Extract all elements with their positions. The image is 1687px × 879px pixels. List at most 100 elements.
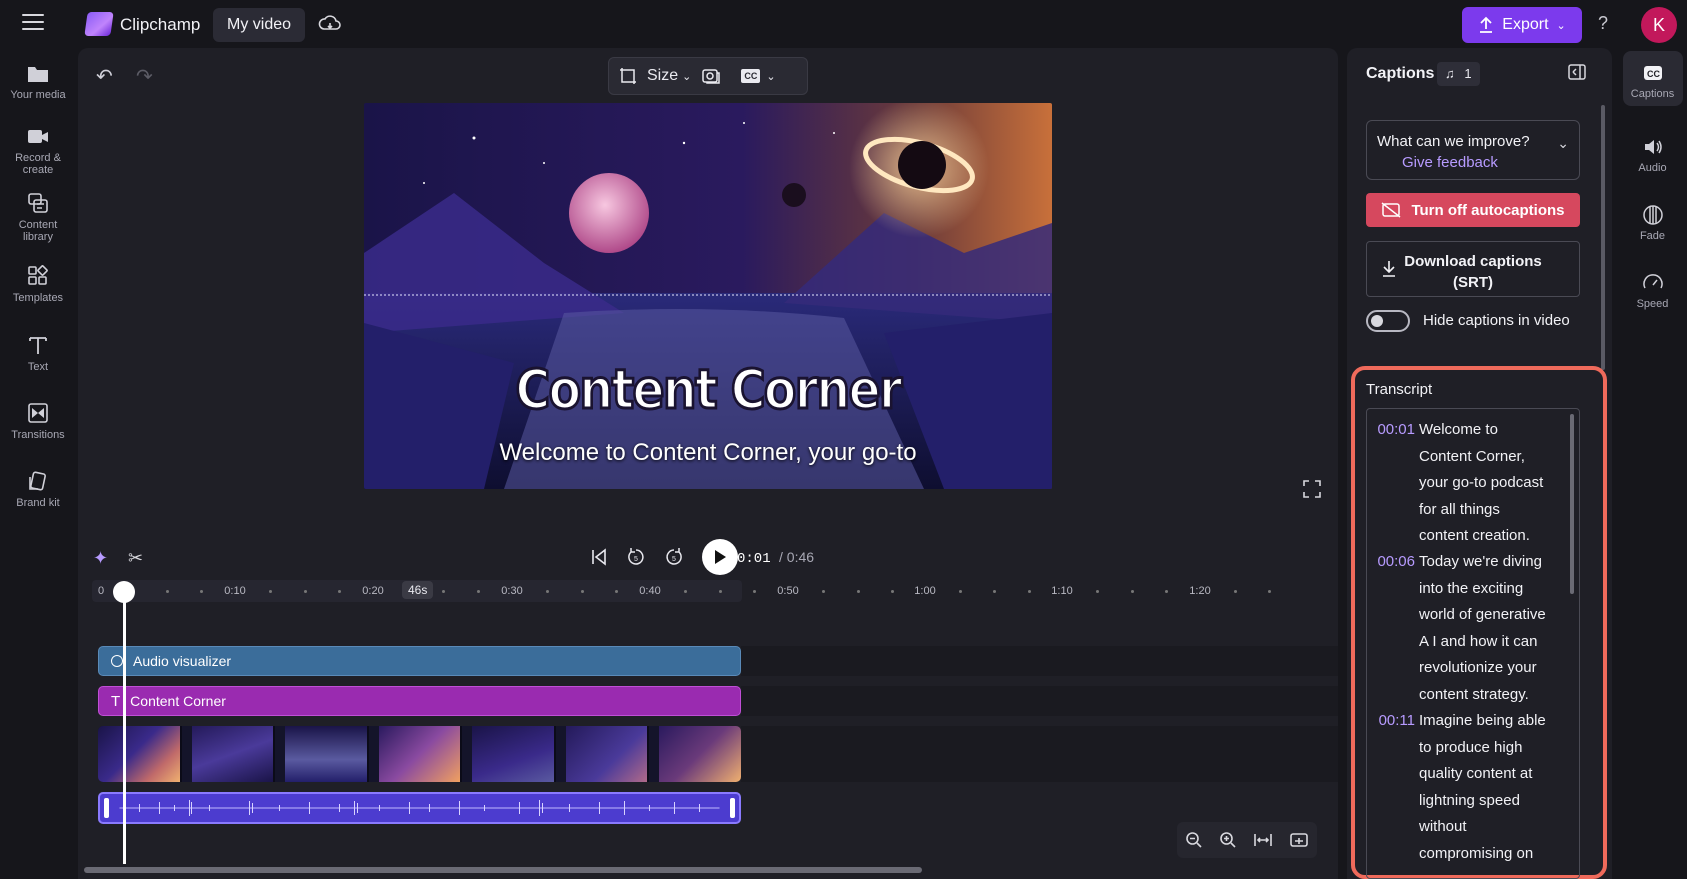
- zoom-out-icon[interactable]: [1185, 831, 1203, 849]
- fit-timeline-icon[interactable]: [1253, 832, 1273, 848]
- transcript-timestamp[interactable]: 00:06: [1367, 549, 1415, 576]
- transcript-text[interactable]: Welcome to Content Corner, your go-to pod…: [1419, 417, 1559, 550]
- avatar[interactable]: K: [1641, 7, 1677, 43]
- clip-trim-handle-left[interactable]: [104, 798, 109, 818]
- rail-label: Speed: [1636, 298, 1669, 310]
- nav-record-create[interactable]: Record & create: [0, 125, 76, 176]
- rewind-5s-icon[interactable]: 5: [626, 547, 646, 567]
- transcript-text[interactable]: Imagine being able to produce high qualit…: [1419, 708, 1559, 867]
- rail-captions[interactable]: CC Captions: [1618, 62, 1687, 100]
- scissors-icon[interactable]: ✂: [128, 548, 143, 569]
- top-bar: Clipchamp My video Export ⌄ ? K: [0, 0, 1687, 48]
- cloud-sync-icon[interactable]: [318, 13, 342, 35]
- caption-track-count: 1: [1464, 66, 1472, 81]
- video-clip[interactable]: [98, 726, 741, 782]
- chevron-down-icon: ⌄: [766, 70, 776, 83]
- rail-label: Audio: [1638, 162, 1667, 174]
- clip-trim-handle-right[interactable]: [730, 798, 735, 818]
- nav-templates[interactable]: Templates: [0, 265, 76, 304]
- give-feedback-link[interactable]: Give feedback: [1402, 154, 1498, 171]
- nav-your-media[interactable]: Your media: [0, 62, 76, 101]
- audio-waveform-clip[interactable]: [98, 792, 741, 824]
- caption-track-badge[interactable]: ♫ 1: [1437, 62, 1480, 86]
- cc-icon[interactable]: CC: [741, 69, 761, 83]
- toggle-knob: [1371, 315, 1383, 327]
- background-remove-icon[interactable]: [701, 67, 721, 85]
- feedback-dropdown[interactable]: What can we improve? Give feedback ⌄: [1366, 120, 1580, 180]
- fullscreen-icon[interactable]: [1303, 480, 1321, 498]
- nav-content-library[interactable]: Content library: [0, 192, 76, 243]
- download-icon: [1383, 261, 1395, 277]
- video-thumbnail: [565, 726, 650, 782]
- nav-label: Your media: [10, 89, 66, 101]
- timeline-ruler[interactable]: 0 0:10 0:20 0:30 0:40 0:50 1:00 1:10 1:2…: [92, 580, 1312, 602]
- playhead[interactable]: [123, 590, 126, 864]
- feedback-question: What can we improve?: [1377, 133, 1530, 150]
- video-preview[interactable]: Content Corner Welcome to Content Corner…: [364, 103, 1052, 489]
- total-time: / 0:46: [779, 549, 815, 565]
- hamburger-menu-icon[interactable]: [22, 14, 44, 32]
- track-lane: [741, 726, 1338, 782]
- sparkle-ai-icon[interactable]: ✦: [93, 548, 108, 569]
- playback-controls: 5 5: [590, 538, 738, 576]
- zoom-in-icon[interactable]: [1219, 831, 1237, 849]
- timeline-horizontal-scrollbar[interactable]: [84, 867, 922, 873]
- captions-panel-scrollbar[interactable]: [1601, 105, 1605, 370]
- preview-toolbar: Size ⌄ CC ⌄: [608, 57, 808, 95]
- playhead-handle[interactable]: [113, 581, 135, 603]
- transcript-text[interactable]: Today we're diving into the exciting worl…: [1419, 549, 1559, 708]
- transcript-timestamp[interactable]: 00:11: [1367, 708, 1415, 735]
- rail-speed[interactable]: Speed: [1618, 272, 1687, 310]
- video-thumbnail: [98, 726, 182, 782]
- play-icon: [715, 550, 726, 564]
- transcript-timestamp[interactable]: 00:01: [1367, 417, 1415, 444]
- text-clip-icon: T: [111, 692, 121, 710]
- time-readout: 0:01 / 0:46: [737, 549, 814, 567]
- nav-label: create: [22, 164, 54, 176]
- nav-transitions[interactable]: Transitions: [0, 402, 76, 441]
- svg-text:5: 5: [634, 556, 638, 563]
- ruler-tick: 1:10: [1051, 585, 1073, 597]
- size-dropdown[interactable]: Size: [647, 67, 678, 85]
- audio-visualizer-clip[interactable]: Audio visualizer: [98, 646, 741, 676]
- play-button[interactable]: [702, 539, 738, 575]
- redo-icon[interactable]: ↷: [136, 64, 153, 89]
- ruler-tick: 0:10: [224, 585, 246, 597]
- library-icon: [28, 193, 48, 213]
- ruler-tick: 0:20: [362, 585, 384, 597]
- turn-off-autocaptions-button[interactable]: Turn off autocaptions: [1366, 193, 1580, 227]
- nav-label: Transitions: [11, 429, 65, 441]
- video-thumbnail: [378, 726, 463, 782]
- speaker-icon: [1644, 140, 1662, 154]
- button-label: Turn off autocaptions: [1411, 201, 1565, 219]
- export-label: Export: [1502, 16, 1549, 33]
- ruler-tick: 0:30: [501, 585, 523, 597]
- nav-label: Templates: [12, 292, 64, 304]
- ruler-tick: 0:40: [639, 585, 661, 597]
- timeline-view-icon[interactable]: [1289, 832, 1309, 848]
- forward-5s-icon[interactable]: 5: [664, 547, 684, 567]
- ruler-tick: 1:20: [1189, 585, 1211, 597]
- skip-to-start-icon[interactable]: [590, 548, 608, 566]
- download-captions-button[interactable]: Download captions (SRT): [1366, 241, 1580, 297]
- rail-fade[interactable]: Fade: [1618, 204, 1687, 242]
- timeline-zoom-tools: [1177, 822, 1317, 858]
- collapse-panel-icon[interactable]: [1568, 64, 1586, 80]
- transcript-scrollbar[interactable]: [1570, 414, 1574, 594]
- undo-icon[interactable]: ↶: [96, 64, 113, 89]
- track-lane: [741, 646, 1338, 676]
- nav-text[interactable]: Text: [0, 334, 76, 373]
- rail-audio[interactable]: Audio: [1618, 136, 1687, 174]
- templates-icon: [28, 265, 48, 285]
- export-button[interactable]: Export ⌄: [1462, 7, 1582, 43]
- nav-brand-kit[interactable]: Brand kit: [0, 470, 76, 509]
- button-label: Download captions: [1404, 253, 1542, 270]
- transcript-list[interactable]: 00:01 Welcome to Content Corner, your go-…: [1366, 408, 1580, 879]
- help-icon[interactable]: ?: [1598, 13, 1608, 34]
- hide-captions-toggle[interactable]: [1366, 310, 1410, 332]
- clipchamp-logo-icon: [84, 12, 114, 36]
- hide-captions-label: Hide captions in video: [1423, 312, 1570, 329]
- ruler-tick: 1:00: [914, 585, 936, 597]
- text-clip[interactable]: T Content Corner: [98, 686, 741, 716]
- video-name-field[interactable]: My video: [213, 8, 306, 42]
